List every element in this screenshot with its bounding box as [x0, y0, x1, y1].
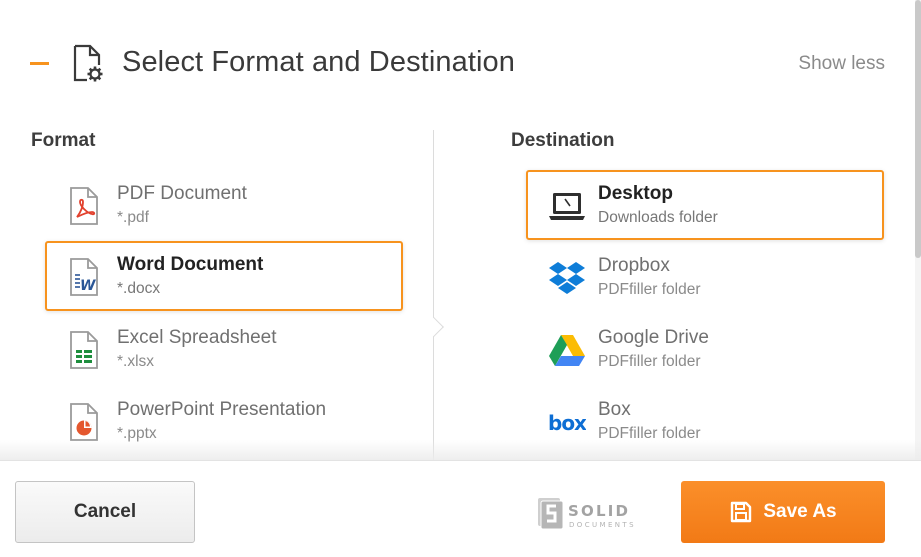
format-extension: *.pdf [117, 209, 149, 226]
format-name: Excel Spreadsheet [117, 327, 277, 348]
svg-text:W: W [80, 278, 96, 294]
svg-text:box: box [548, 411, 586, 435]
destination-folder: PDFfiller folder [598, 281, 701, 298]
destination-name: Dropbox [598, 255, 670, 276]
format-name: Word Document [117, 254, 264, 275]
save-as-button[interactable]: Save As [681, 481, 885, 543]
format-option-word[interactable]: W Word Document *.docx [45, 241, 403, 311]
format-name: PDF Document [117, 183, 247, 204]
chevron-right-icon [424, 317, 444, 337]
box-icon: box [548, 411, 586, 435]
column-divider [433, 130, 434, 460]
destination-option-dropbox[interactable]: Dropbox PDFfiller folder [526, 242, 884, 312]
svg-text:SOLID: SOLID [568, 502, 630, 520]
page-title: Select Format and Destination [122, 46, 515, 78]
floppy-disk-icon [731, 501, 752, 523]
format-extension: *.xlsx [117, 353, 155, 370]
cancel-button[interactable]: Cancel [15, 481, 195, 543]
destination-folder: Downloads folder [598, 209, 718, 226]
save-as-label: Save As [763, 501, 837, 522]
format-option-excel[interactable]: Excel Spreadsheet *.xlsx [45, 314, 403, 384]
svg-text:DOCUMENTS: DOCUMENTS [569, 521, 636, 529]
solid-documents-logo: SOLID DOCUMENTS [538, 498, 636, 530]
word-file-icon: W [70, 258, 98, 296]
footer-shadow [0, 440, 921, 462]
destination-option-desktop[interactable]: Desktop Downloads folder [526, 170, 884, 240]
google-drive-icon [549, 335, 585, 366]
powerpoint-file-icon [70, 403, 98, 441]
dropbox-icon [549, 262, 585, 294]
footer-bar: Cancel SOLID DOCUMENTS Save As [0, 460, 921, 557]
laptop-icon [549, 193, 585, 220]
destination-name: Box [598, 399, 631, 420]
destination-heading: Destination [511, 130, 615, 151]
destination-option-google-drive[interactable]: Google Drive PDFfiller folder [526, 314, 884, 384]
show-less-link[interactable]: Show less [798, 53, 885, 75]
destination-name: Desktop [598, 183, 673, 204]
excel-file-icon [70, 331, 98, 369]
format-option-pdf[interactable]: PDF Document *.pdf [45, 170, 403, 240]
format-name: PowerPoint Presentation [117, 399, 327, 420]
scrollbar-thumb[interactable] [915, 0, 921, 258]
document-settings-icon [73, 44, 103, 82]
destination-name: Google Drive [598, 327, 709, 348]
pdf-file-icon [70, 187, 98, 225]
format-extension: *.docx [117, 280, 161, 297]
format-heading: Format [31, 130, 96, 151]
destination-folder: PDFfiller folder [598, 353, 701, 370]
minus-icon[interactable] [30, 62, 49, 65]
